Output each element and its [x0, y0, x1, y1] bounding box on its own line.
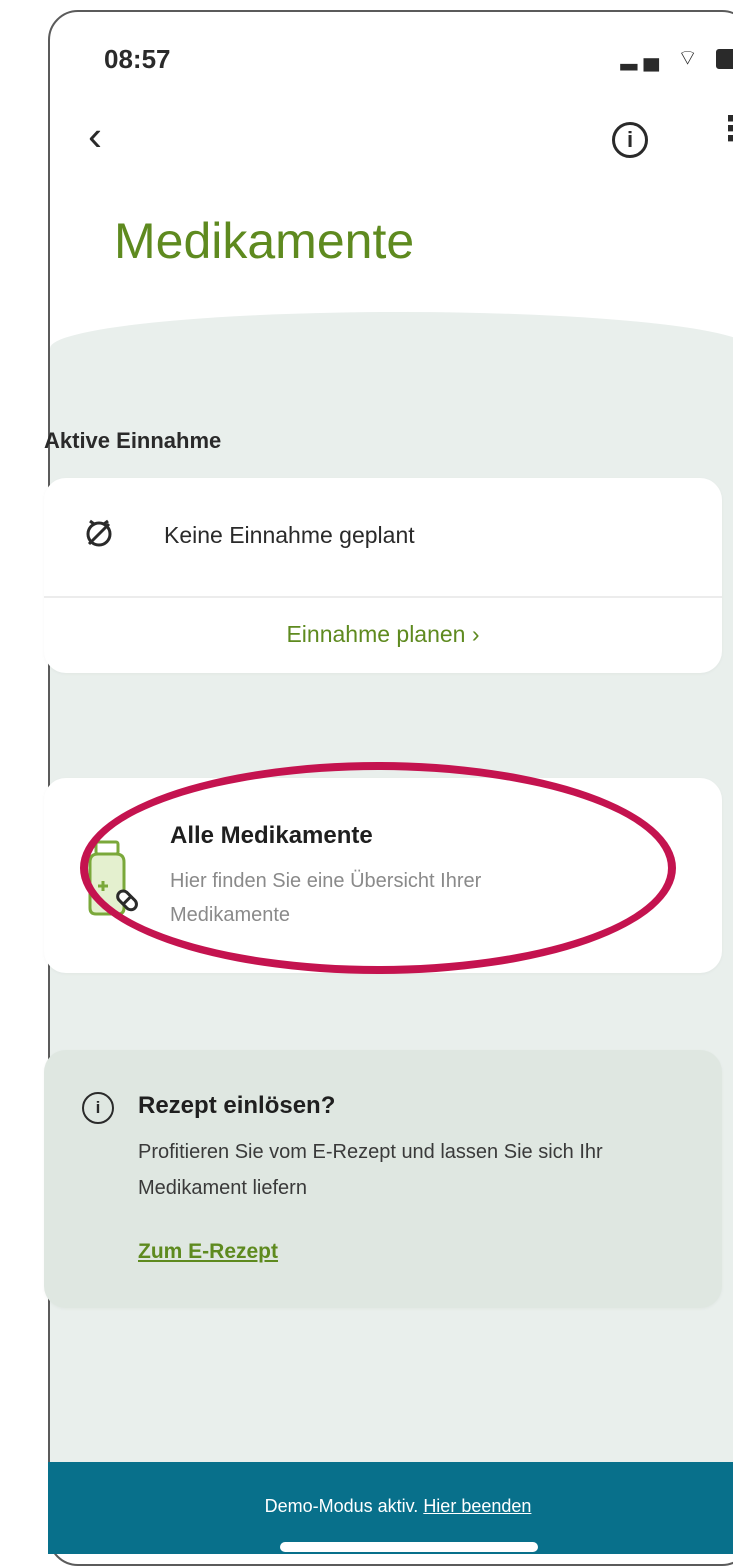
rezept-card: i Rezept einlösen? Profitieren Sie vom E…: [44, 1050, 722, 1308]
demo-mode-label: Demo-Modus aktiv.: [264, 1496, 419, 1516]
battery-icon: [716, 49, 733, 70]
home-indicator: [280, 1542, 538, 1552]
rezept-description: Profitieren Sie vom E-Rezept und lassen …: [138, 1141, 603, 1199]
all-medications-description: Hier finden Sie eine Übersicht Ihrer Med…: [170, 870, 482, 926]
all-medications-card[interactable]: Alle Medikamente Hier finden Sie eine Üb…: [44, 778, 722, 973]
status-icons: ▂▄ ⌔: [621, 44, 733, 72]
plan-status-row: Keine Einnahme geplant: [44, 478, 722, 598]
page-title: Medikamente: [114, 213, 415, 269]
plan-status-text: Keine Einnahme geplant: [164, 522, 415, 548]
end-demo-link[interactable]: Hier beenden: [423, 1496, 531, 1516]
info-icon[interactable]: i: [612, 122, 648, 158]
plan-intake-label: Einnahme planen: [286, 621, 466, 647]
clock-off-icon: [86, 519, 112, 547]
e-rezept-link[interactable]: Zum E-Rezept: [138, 1240, 278, 1264]
info-circle-icon: i: [82, 1092, 114, 1124]
status-time: 08:57: [104, 44, 171, 74]
demo-mode-text: Demo-Modus aktiv. Hier beenden: [48, 1496, 733, 1517]
rezept-title: Rezept einlösen?: [138, 1092, 336, 1119]
section-label: Aktive Einnahme: [44, 428, 222, 453]
chevron-right-icon: ›: [471, 621, 480, 647]
plan-card: Keine Einnahme geplant Einnahme planen ›: [44, 478, 722, 673]
all-medications-title: Alle Medikamente: [170, 822, 373, 849]
status-bar: 08:57 ▂▄ ⌔: [50, 12, 733, 102]
medication-bottle-icon: [88, 840, 138, 916]
plan-intake-link[interactable]: Einnahme planen ›: [44, 596, 722, 673]
wifi-icon: ⌔: [677, 45, 704, 70]
demo-mode-bar: Demo-Modus aktiv. Hier beenden: [48, 1462, 733, 1554]
more-vertical-icon[interactable]: ⋮: [714, 112, 733, 146]
back-arrow-icon[interactable]: ‹: [88, 112, 102, 160]
signal-icon: ▂▄: [620, 45, 666, 70]
